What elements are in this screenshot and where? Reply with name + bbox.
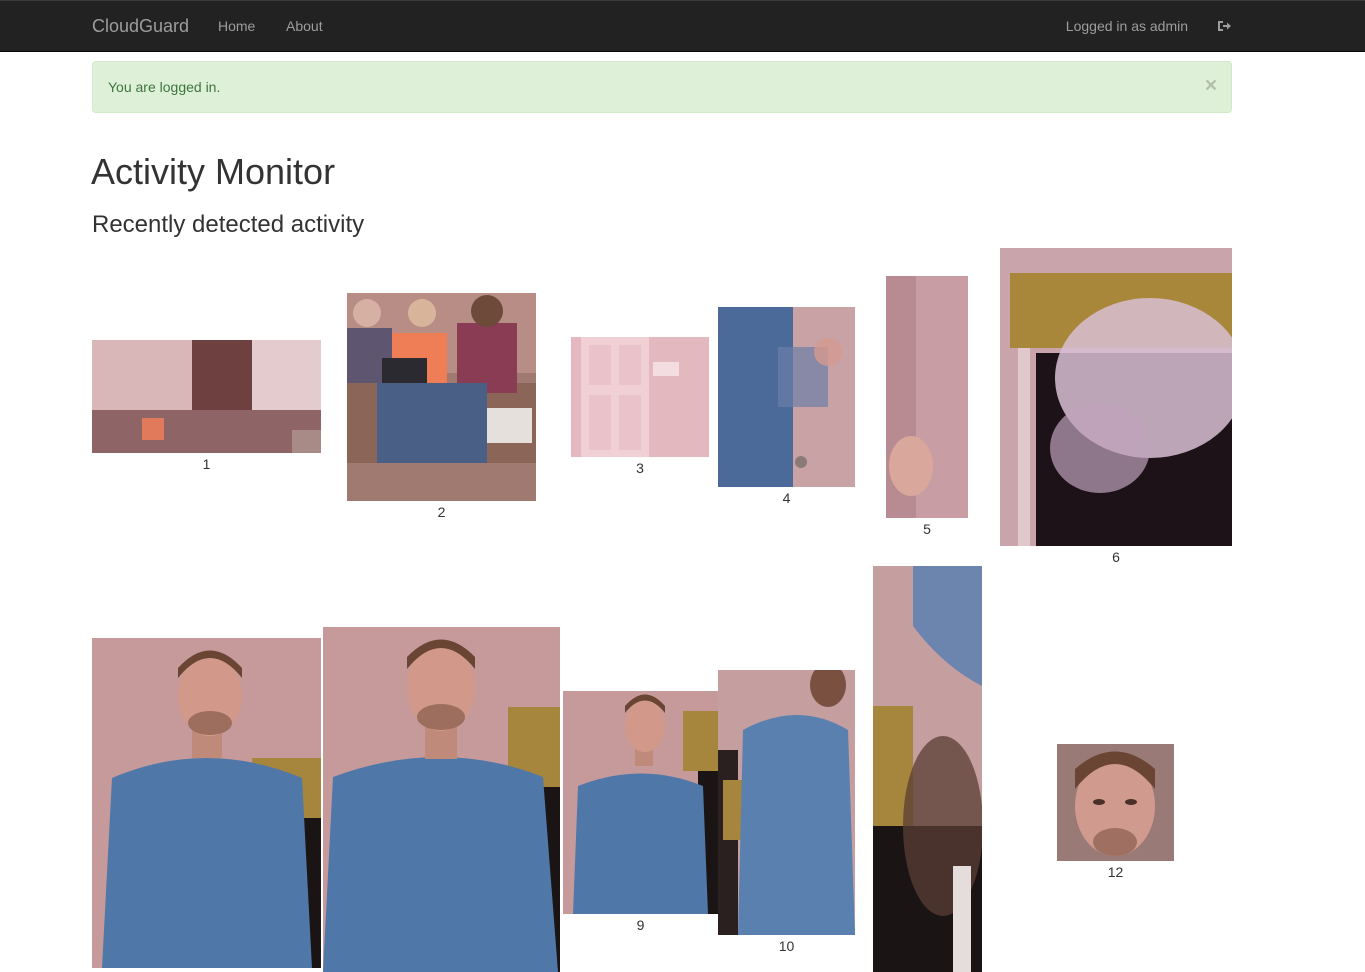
detection-thumbnail[interactable] (718, 307, 855, 487)
navbar: CloudGuard Home About Logged in as admin (0, 0, 1365, 52)
couch-people-image (347, 293, 536, 501)
detection-thumbnail[interactable] (886, 276, 968, 518)
standing-man-image (563, 691, 718, 914)
alert-close-button[interactable]: × (1201, 75, 1221, 97)
blurred-person-image (718, 307, 855, 487)
detection-label: 12 (1107, 864, 1124, 880)
detection-label: 2 (437, 504, 446, 520)
standing-man-image (92, 638, 321, 968)
brand-link[interactable]: CloudGuard (92, 16, 189, 37)
detection-thumbnail[interactable] (571, 337, 709, 457)
standing-man-closeup-image (323, 627, 560, 972)
detection-label: 6 (1112, 549, 1120, 565)
detection-label: 9 (636, 917, 645, 933)
detection-thumbnail[interactable] (1000, 248, 1232, 546)
detection-thumbnail[interactable] (1057, 744, 1174, 861)
section-title: Recently detected activity (92, 211, 365, 238)
detection-label: 4 (782, 490, 791, 506)
face-closeup-image (1057, 744, 1174, 861)
detection-thumbnail[interactable] (563, 691, 718, 914)
detection-label: 5 (923, 521, 931, 537)
detection-label: 10 (778, 938, 795, 954)
alert-message: You are logged in. (108, 79, 221, 95)
detection-thumbnail[interactable] (323, 627, 560, 972)
detection-thumbnail[interactable] (92, 340, 321, 453)
door-image (571, 337, 709, 457)
page-title: Activity Monitor (91, 151, 336, 192)
detection-thumbnail[interactable] (873, 566, 982, 972)
detection-thumbnail[interactable] (347, 293, 536, 501)
detection-thumbnail[interactable] (92, 638, 321, 968)
dark-doorway-blur-image (873, 566, 982, 972)
living-room-image (92, 340, 321, 453)
logged-in-user-text: Logged in as admin (1065, 18, 1188, 34)
sign-out-icon[interactable] (1216, 18, 1232, 34)
walking-person-image (718, 670, 855, 935)
detection-label: 1 (202, 456, 211, 472)
success-alert: You are logged in. × (92, 61, 1232, 113)
window-curtain-image (1000, 248, 1232, 546)
nav-about-link[interactable]: About (286, 18, 323, 34)
motion-blur-image (886, 276, 968, 518)
detection-label: 3 (636, 460, 644, 476)
nav-home-link[interactable]: Home (218, 18, 255, 34)
detection-thumbnail[interactable] (718, 670, 855, 935)
